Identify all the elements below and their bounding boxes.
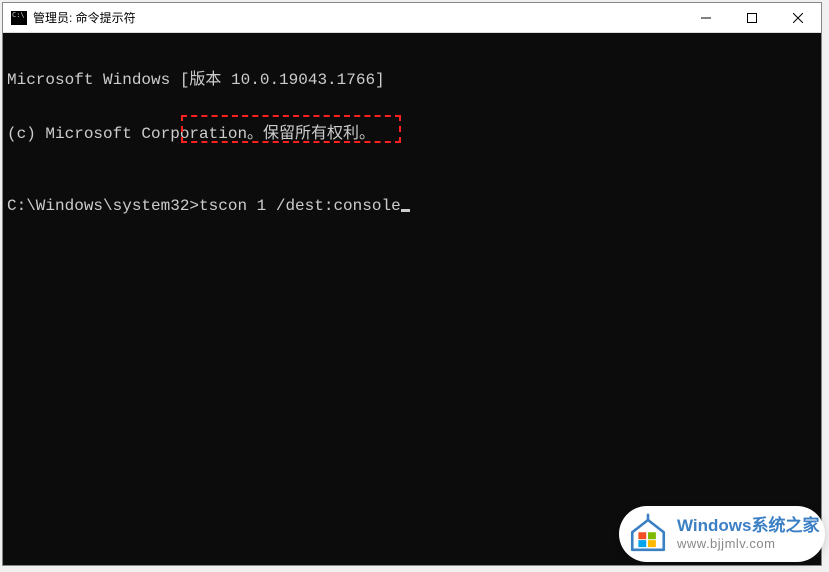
watermark-brand: Windows系统之家 (677, 516, 819, 536)
window-title: 管理员: 命令提示符 (33, 9, 683, 26)
terminal-output-line1: Microsoft Windows [版本 10.0.19043.1766] (7, 71, 817, 89)
terminal-prompt-line: C:\Windows\system32>tscon 1 /dest:consol… (7, 197, 817, 215)
close-icon (793, 13, 803, 23)
terminal-command: tscon 1 /dest:console (199, 197, 401, 215)
minimize-icon (701, 13, 711, 23)
terminal-body[interactable]: Microsoft Windows [版本 10.0.19043.1766] (… (3, 33, 821, 565)
maximize-button[interactable] (729, 3, 775, 32)
watermark-url: www.bjjmlv.com (677, 536, 819, 552)
terminal-output-line2: (c) Microsoft Corporation。保留所有权利。 (7, 125, 817, 143)
titlebar[interactable]: 管理员: 命令提示符 (3, 3, 821, 33)
terminal-cursor (401, 209, 410, 212)
cmd-icon (11, 11, 27, 25)
minimize-button[interactable] (683, 3, 729, 32)
watermark-pill: Windows系统之家 www.bjjmlv.com (619, 506, 825, 562)
watermark-text: Windows系统之家 www.bjjmlv.com (677, 516, 819, 552)
command-prompt-window: 管理员: 命令提示符 Microsoft Windows [版本 10.0.19… (2, 2, 822, 566)
maximize-icon (747, 13, 757, 23)
terminal-prompt: C:\Windows\system32> (7, 197, 199, 215)
close-button[interactable] (775, 3, 821, 32)
house-windows-icon (627, 513, 669, 555)
window-controls (683, 3, 821, 32)
